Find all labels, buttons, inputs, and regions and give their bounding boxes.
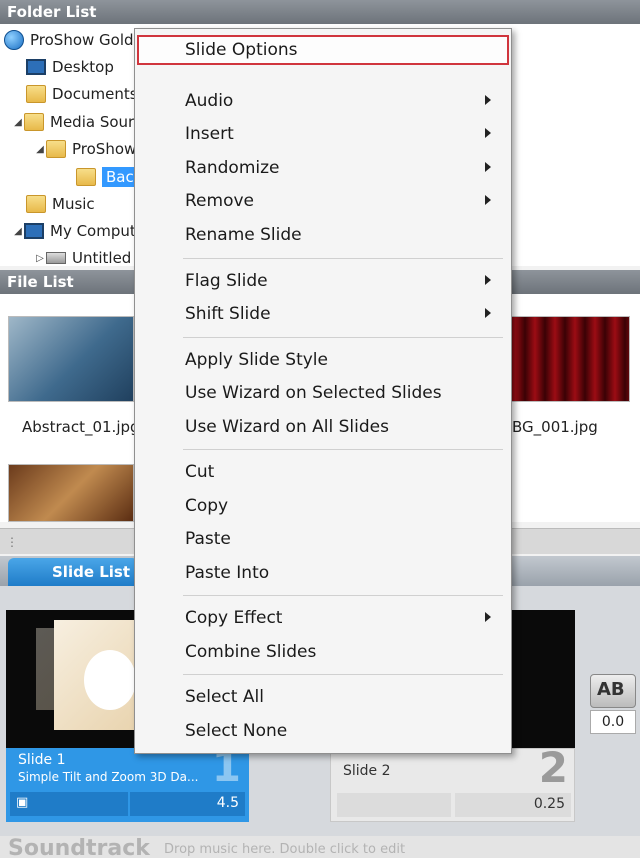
file-list-title: File List [7,273,74,291]
submenu-arrow-icon [485,128,491,138]
menu-item-select-all[interactable]: Select All [137,682,509,712]
menu-item-randomize[interactable]: Randomize [137,153,509,183]
slide-1-duration[interactable]: 4.5 [130,792,245,816]
globe-icon [4,30,24,50]
file-thumbnail-leaves[interactable] [8,464,134,522]
folder-icon [46,140,66,158]
menu-item-paste-into[interactable]: Paste Into [137,558,509,588]
menu-item-cut[interactable]: Cut [137,457,509,487]
menu-separator [183,674,503,675]
slide-2-title: Slide 2 [343,763,391,779]
tree-item-desktop[interactable]: Desktop [26,55,114,79]
soundtrack-hint: Drop music here. Double click to edit [164,842,406,857]
folder-list-header: Folder List [0,0,640,24]
folder-icon [26,85,46,103]
submenu-arrow-icon [485,95,491,105]
submenu-arrow-icon [485,195,491,205]
folder-icon [76,168,96,186]
menu-item-select-none[interactable]: Select None [137,716,509,746]
file-thumbnail-bg001[interactable] [504,316,630,402]
file-name-bg001: BG_001.jpg [512,418,598,436]
expand-arrow-icon[interactable]: ◢ [12,117,24,128]
collapse-arrow-icon[interactable]: ▷ [34,253,46,264]
menu-item-audio[interactable]: Audio [137,86,509,116]
menu-item-copy-effect[interactable]: Copy Effect [137,603,509,633]
submenu-arrow-icon [485,275,491,285]
slide-1-subtitle: Simple Tilt and Zoom 3D Da... [18,770,199,784]
tab-slide-list[interactable]: Slide List [8,558,138,586]
submenu-arrow-icon [485,612,491,622]
menu-item-combine-slides[interactable]: Combine Slides [137,637,509,667]
desktop-icon [26,59,46,75]
expand-arrow-icon[interactable]: ◢ [12,226,24,237]
tree-item-my-computer[interactable]: ◢ My Computer [12,219,151,243]
file-name-abstract: Abstract_01.jpg [22,418,140,436]
tree-item-proshow[interactable]: ◢ ProShow [34,137,136,161]
submenu-arrow-icon [485,308,491,318]
expand-arrow-icon[interactable]: ◢ [34,144,46,155]
slide-2-number: 2 [538,743,568,792]
soundtrack-label: Soundtrack [8,836,150,858]
tree-item-music[interactable]: Music [26,192,95,216]
drive-icon [46,252,66,264]
menu-separator [183,258,503,259]
menu-item-remove[interactable]: Remove [137,186,509,216]
menu-separator [183,595,503,596]
menu-item-paste[interactable]: Paste [137,524,509,554]
slide-2-info[interactable]: Slide 2 2 0.25 [330,743,575,822]
menu-item-insert[interactable]: Insert [137,119,509,149]
menu-item-wizard-all[interactable]: Use Wizard on All Slides [137,412,509,442]
folder-list-title: Folder List [7,3,97,21]
context-menu: Slide Options Audio Insert Randomize Rem… [134,28,512,754]
slide-1-layers-cell: ▣ [10,792,128,816]
slide-2-layers-cell [337,793,451,817]
menu-item-slide-options[interactable]: Slide Options [137,35,509,65]
menu-item-flag-slide[interactable]: Flag Slide [137,266,509,296]
folder-icon [24,113,44,131]
menu-item-shift-slide[interactable]: Shift Slide [137,299,509,329]
layers-icon: ▣ [16,795,29,810]
tree-item-untitled[interactable]: ▷ Untitled [34,246,131,266]
menu-separator [183,337,503,338]
puppy-image [84,650,136,710]
tree-item-proshow-gold[interactable]: ProShow Gold [4,28,134,52]
grip-icon: ⋮ [6,535,18,549]
tree-item-documents[interactable]: Documents [26,82,138,106]
menu-separator [183,449,503,450]
menu-item-apply-slide-style[interactable]: Apply Slide Style [137,345,509,375]
transition-duration[interactable]: 0.0 [590,710,636,734]
submenu-arrow-icon [485,162,491,172]
file-thumbnail-abstract[interactable] [8,316,134,402]
slide-1-title: Slide 1 [18,752,66,768]
soundtrack-bar[interactable]: Soundtrack Drop music here. Double click… [0,836,640,858]
computer-icon [24,223,44,239]
slide-1-info[interactable]: Slide 1 Simple Tilt and Zoom 3D Da... 1 … [6,742,249,822]
folder-icon [26,195,46,213]
menu-item-copy[interactable]: Copy [137,491,509,521]
slide-2-duration[interactable]: 0.25 [455,793,571,817]
menu-item-rename-slide[interactable]: Rename Slide [137,220,509,250]
menu-item-wizard-selected[interactable]: Use Wizard on Selected Slides [137,378,509,408]
transition-icon[interactable]: AB [590,674,636,708]
